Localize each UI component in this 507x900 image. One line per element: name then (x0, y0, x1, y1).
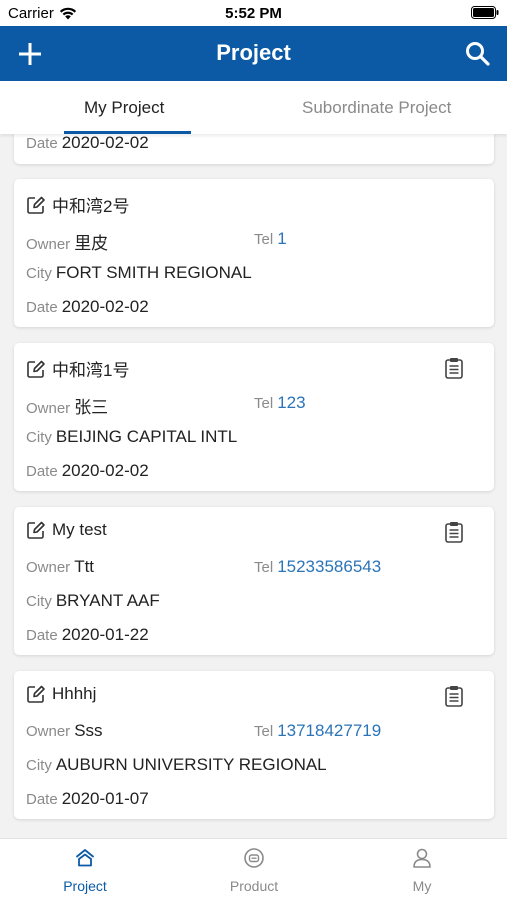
bottom-tab-my[interactable]: My (372, 847, 472, 894)
tel-link[interactable]: 15233586543 (277, 557, 381, 576)
user-icon (413, 848, 431, 868)
project-tabs: My Project Subordinate Project (0, 81, 507, 134)
nav-bar: Project (0, 26, 507, 81)
tel-link[interactable]: 123 (277, 393, 305, 412)
owner-label: Owner (26, 400, 71, 417)
clipboard-button[interactable] (444, 357, 464, 379)
project-name-row: My test (26, 520, 107, 540)
project-name-row: 中和湾1号 (26, 356, 129, 381)
city-value: BRYANT AAF (55, 591, 160, 610)
city-row: City FORT SMITH REGIONAL (26, 263, 252, 283)
search-button[interactable] (463, 39, 493, 69)
tel-row: Tel 13718427719 (254, 721, 381, 741)
clipboard-icon (445, 358, 463, 379)
tel-row: Tel 123 (254, 393, 306, 413)
project-card[interactable]: 中和湾2号 Owner 里皮 Tel 1 City FORT SMITH REGION… (14, 179, 494, 327)
project-name: 中和湾2号 (52, 197, 130, 216)
owner-row: Owner 里皮 (26, 229, 108, 254)
city-value: AUBURN UNIVERSITY REGIONAL (55, 755, 327, 774)
owner-label: Owner (26, 723, 71, 740)
clock: 5:52 PM (225, 5, 282, 22)
project-name-row: Hhhhj (26, 684, 96, 704)
clipboard-button[interactable] (444, 685, 464, 707)
date-row: Date 2020-01-22 (26, 625, 149, 645)
city-label: City (26, 593, 52, 610)
owner-value: 张三 (74, 398, 109, 417)
bottom-tab-label: Project (63, 878, 107, 894)
city-label: City (26, 265, 52, 282)
tel-label: Tel (254, 395, 274, 412)
city-row: City BRYANT AAF (26, 591, 160, 611)
project-card[interactable]: Hhhhj Owner Sss Tel 13718427719 City AUBURN… (14, 671, 494, 819)
project-card[interactable]: Date 2020-02-02 (14, 134, 494, 164)
project-card[interactable]: My test Owner Ttt Tel 15233586543 City BRYA… (14, 507, 494, 655)
bottom-tab-bar: Project Product My (0, 838, 507, 900)
city-label: City (26, 757, 52, 774)
city-value: BEIJING CAPITAL INTL (55, 427, 238, 446)
owner-value: 里皮 (74, 234, 109, 253)
tel-link[interactable]: 1 (277, 229, 286, 248)
city-row: City AUBURN UNIVERSITY REGIONAL (26, 755, 327, 775)
date-label: Date (26, 463, 58, 480)
active-tab-indicator (64, 131, 191, 134)
city-row: City BEIJING CAPITAL INTL (26, 427, 237, 447)
date-row: Date 2020-02-02 (26, 461, 149, 481)
date-value: 2020-02-02 (61, 461, 149, 480)
tel-link[interactable]: 13718427719 (277, 721, 381, 740)
owner-row: Owner Ttt (26, 557, 94, 577)
clipboard-button[interactable] (444, 521, 464, 543)
date-value: 2020-01-07 (61, 789, 149, 808)
bottom-tab-project[interactable]: Project (35, 847, 135, 894)
home-icon (76, 849, 94, 867)
edit-icon[interactable] (26, 520, 46, 540)
chat-bubble-icon (244, 848, 264, 868)
city-value: FORT SMITH REGIONAL (55, 263, 252, 282)
edit-icon[interactable] (26, 359, 46, 379)
project-name: 中和湾1号 (52, 361, 130, 380)
tel-row: Tel 1 (254, 229, 287, 249)
status-bar: Carrier 5:52 PM (0, 0, 507, 26)
date-row: Date 2020-02-02 (26, 297, 149, 317)
date-row: Date 2020-02-02 (26, 134, 149, 153)
clipboard-icon (445, 522, 463, 543)
city-label: City (26, 429, 52, 446)
tel-label: Tel (254, 723, 274, 740)
date-value: 2020-02-02 (61, 297, 149, 316)
tab-subordinate-project[interactable]: Subordinate Project (302, 98, 451, 118)
bottom-tab-product[interactable]: Product (204, 847, 304, 894)
date-label: Date (26, 627, 58, 644)
owner-value: Sss (74, 721, 103, 740)
owner-row: Owner 张三 (26, 393, 108, 418)
date-value: 2020-01-22 (61, 625, 149, 644)
tel-label: Tel (254, 559, 274, 576)
project-list[interactable]: Date 2020-02-02 中和湾2号 Owner 里皮 Tel 1 City FO… (0, 134, 507, 838)
owner-row: Owner Sss (26, 721, 103, 741)
owner-label: Owner (26, 236, 71, 253)
page-title: Project (216, 40, 291, 65)
search-icon (466, 42, 490, 66)
clipboard-icon (445, 686, 463, 707)
edit-icon[interactable] (26, 195, 46, 215)
bottom-tab-label: Product (229, 878, 279, 894)
owner-value: Ttt (74, 557, 95, 576)
date-label: Date (26, 135, 58, 152)
bottom-tab-label: My (412, 878, 432, 894)
battery-icon (471, 6, 499, 23)
project-card[interactable]: 中和湾1号 Owner 张三 Tel 123 City BEIJING CAPITAL… (14, 343, 494, 491)
date-label: Date (26, 299, 58, 316)
tab-my-project[interactable]: My Project (84, 98, 164, 118)
date-row: Date 2020-01-07 (26, 789, 149, 809)
edit-icon[interactable] (26, 684, 46, 704)
project-name-row: 中和湾2号 (26, 192, 129, 217)
date-label: Date (26, 791, 58, 808)
tel-label: Tel (254, 231, 274, 248)
tel-row: Tel 15233586543 (254, 557, 381, 577)
owner-label: Owner (26, 559, 71, 576)
date-value: 2020-02-02 (61, 134, 149, 152)
project-name: Hhhhj (52, 684, 97, 703)
project-name: My test (52, 520, 107, 539)
